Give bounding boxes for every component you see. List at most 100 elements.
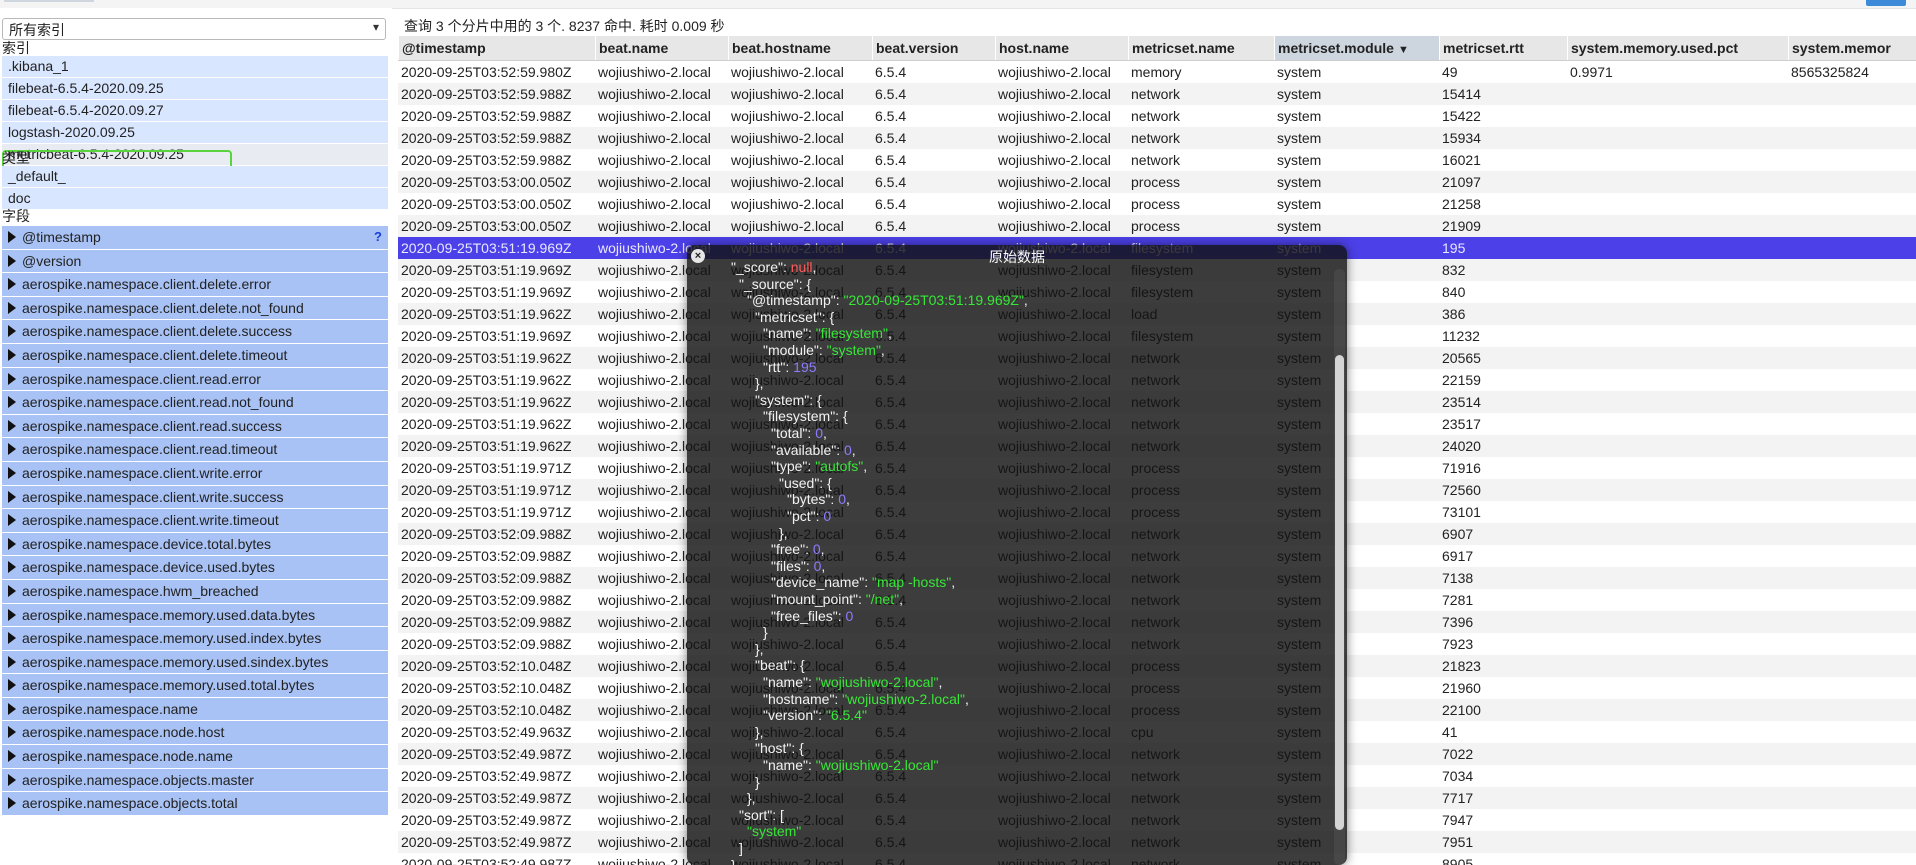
table-cell [1788,149,1916,171]
expand-triangle-icon[interactable] [8,584,16,597]
field-item[interactable]: aerospike.namespace.client.delete.not_fo… [2,296,388,320]
types-list: _default_ doc [2,166,388,210]
field-item[interactable]: aerospike.namespace.client.write.error [2,461,388,485]
table-row[interactable]: 2020-09-25T03:52:59.980Z wojiushiwo-2.loc… [398,61,1916,83]
expand-triangle-icon[interactable] [8,726,16,739]
field-item[interactable]: aerospike.namespace.client.delete.timeou… [2,343,388,367]
expand-triangle-icon[interactable] [8,325,16,338]
field-label: aerospike.namespace.client.read.not_foun… [22,394,294,411]
column-header[interactable]: metricset.name [1128,36,1274,60]
column-header[interactable]: metricset.module ▼ [1274,36,1439,60]
expand-triangle-icon[interactable] [8,750,16,763]
field-item[interactable]: aerospike.namespace.memory.used.total.by… [2,674,388,697]
table-cell [1567,699,1788,721]
table-cell [1788,127,1916,149]
expand-triangle-icon[interactable] [8,231,16,243]
field-item[interactable]: aerospike.namespace.client.delete.error [2,273,388,296]
column-header[interactable]: beat.name [595,36,728,60]
field-item[interactable]: aerospike.namespace.node.host [2,721,388,745]
field-item[interactable]: aerospike.namespace.client.write.success [2,485,388,509]
field-item[interactable]: aerospike.namespace.client.read.error [2,367,388,391]
json-key: }, [747,790,756,807]
expand-triangle-icon[interactable] [8,490,16,503]
field-item[interactable]: aerospike.namespace.node.name [2,745,388,768]
field-item[interactable]: aerospike.namespace.hwm_breached [2,579,388,603]
column-header[interactable]: beat.version [872,36,995,60]
field-item[interactable]: aerospike.namespace.memory.used.data.byt… [2,603,388,627]
table-cell [1567,391,1788,413]
column-header[interactable]: metricset.rtt [1439,36,1567,60]
help-icon[interactable]: ? [374,226,382,249]
column-header-label: beat.hostname [732,40,831,56]
toolbar-action-button[interactable] [1866,0,1906,6]
field-item[interactable]: aerospike.namespace.memory.used.index.by… [2,627,388,650]
index-item[interactable]: logstash-2020.09.25 [2,122,388,143]
index-select[interactable]: 所有索引 ▾ [2,18,386,40]
expand-triangle-icon[interactable] [8,278,16,291]
expand-triangle-icon[interactable] [8,419,16,432]
expand-triangle-icon[interactable] [8,466,16,479]
table-cell [1788,743,1916,765]
field-item[interactable]: @timestamp? [2,226,388,249]
expand-triangle-icon[interactable] [8,537,16,550]
field-item[interactable]: @version [2,249,388,273]
table-cell: system [1277,196,1322,212]
column-header[interactable]: @timestamp [398,36,595,60]
expand-triangle-icon[interactable] [8,301,16,314]
table-cell: wojiushiwo-2.local [598,86,711,102]
expand-triangle-icon[interactable] [8,608,16,621]
expand-triangle-icon[interactable] [8,679,16,692]
expand-triangle-icon[interactable] [8,348,16,361]
json-key: } [755,773,760,790]
json-string-value: "filesystem" [815,325,888,342]
table-row[interactable]: 2020-09-25T03:52:59.988Z wojiushiwo-2.loc… [398,105,1916,127]
expand-triangle-icon[interactable] [8,396,16,409]
type-item[interactable]: doc [2,188,388,209]
expand-triangle-icon[interactable] [8,655,16,668]
index-item[interactable]: filebeat-6.5.4-2020.09.27 [2,100,388,121]
table-cell [1567,435,1788,457]
column-header[interactable]: host.name [995,36,1128,60]
table-row[interactable]: 2020-09-25T03:53:00.050Z wojiushiwo-2.loc… [398,215,1916,237]
field-item[interactable]: aerospike.namespace.objects.master [2,768,388,792]
expand-triangle-icon[interactable] [8,797,16,810]
table-cell: 7022 [1442,746,1474,762]
column-header[interactable]: beat.hostname [728,36,872,60]
field-item[interactable]: aerospike.namespace.client.delete.succes… [2,320,388,343]
json-key: "_score": [731,259,791,275]
type-item[interactable]: _default_ [2,166,388,187]
index-item[interactable]: .kibana_1 [2,56,388,77]
table-cell: 72560 [1442,482,1481,498]
field-item[interactable]: aerospike.namespace.client.read.not_foun… [2,391,388,414]
column-header[interactable]: system.memor [1788,36,1916,60]
table-row[interactable]: 2020-09-25T03:53:00.050Z wojiushiwo-2.loc… [398,193,1916,215]
expand-triangle-icon[interactable] [8,514,16,527]
expand-triangle-icon[interactable] [8,443,16,456]
table-cell: 11232 [1442,328,1480,344]
dialog-scrollbar-thumb[interactable] [1335,355,1344,830]
field-item[interactable]: aerospike.namespace.client.read.timeout [2,438,388,461]
table-row[interactable]: 2020-09-25T03:53:00.050Z wojiushiwo-2.loc… [398,171,1916,193]
expand-triangle-icon[interactable] [8,372,16,385]
expand-triangle-icon[interactable] [8,702,16,715]
expand-triangle-icon[interactable] [8,773,16,786]
expand-triangle-icon[interactable] [8,254,16,267]
field-item[interactable]: aerospike.namespace.device.used.bytes [2,556,388,579]
table-row[interactable]: 2020-09-25T03:52:59.988Z wojiushiwo-2.loc… [398,83,1916,105]
table-cell: system [1277,108,1322,124]
expand-triangle-icon[interactable] [8,632,16,645]
field-label: aerospike.namespace.client.write.success [22,488,284,505]
field-item[interactable]: aerospike.namespace.client.write.timeout [2,509,388,532]
index-item[interactable]: filebeat-6.5.4-2020.09.25 [2,78,388,99]
field-item[interactable]: aerospike.namespace.objects.total [2,792,388,815]
expand-triangle-icon[interactable] [8,561,16,574]
field-item[interactable]: aerospike.namespace.memory.used.sindex.b… [2,650,388,674]
sort-desc-icon[interactable]: ▼ [1398,44,1409,56]
table-row[interactable]: 2020-09-25T03:52:59.988Z wojiushiwo-2.loc… [398,127,1916,149]
table-cell: wojiushiwo-2.local [731,196,844,212]
column-header[interactable]: system.memory.used.pct [1567,36,1788,60]
table-row[interactable]: 2020-09-25T03:52:59.988Z wojiushiwo-2.loc… [398,149,1916,171]
field-item[interactable]: aerospike.namespace.client.read.success [2,414,388,438]
field-item[interactable]: aerospike.namespace.name [2,697,388,721]
field-item[interactable]: aerospike.namespace.device.total.bytes [2,532,388,556]
